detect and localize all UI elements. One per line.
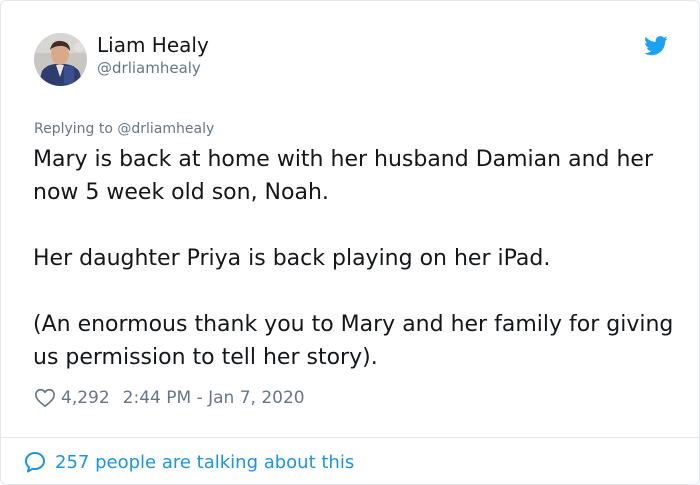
avatar-photo <box>34 33 87 86</box>
conversation-label[interactable]: 257 people are talking about this <box>55 452 354 473</box>
divider <box>1 437 699 438</box>
tweet-paragraph: (An enormous thank you to Mary and her f… <box>33 312 674 370</box>
tweet-text: Mary is back at home with her husband Da… <box>33 143 683 374</box>
tweet-paragraph: Her daughter Priya is back playing on he… <box>33 246 551 271</box>
conversation-link[interactable]: 257 people are talking about this <box>23 448 354 476</box>
author-name[interactable]: Liam Healy <box>97 33 209 57</box>
tweet-card: Liam Healy @drliamhealy Replying to @drl… <box>0 0 700 485</box>
timestamp[interactable]: 2:44 PM - Jan 7, 2020 <box>123 388 305 408</box>
tweet-paragraph: Mary is back at home with her husband Da… <box>33 147 653 205</box>
twitter-bird-icon[interactable] <box>644 36 668 56</box>
speech-bubble-icon <box>25 452 45 473</box>
avatar[interactable] <box>34 33 87 86</box>
like-count[interactable]: 4,292 <box>61 388 110 408</box>
replying-to[interactable]: Replying to @drliamhealy <box>34 121 214 137</box>
tweet-meta: 4,292 2:44 PM - Jan 7, 2020 <box>34 385 305 411</box>
heart-icon[interactable] <box>34 387 56 409</box>
author-handle[interactable]: @drliamhealy <box>97 59 201 77</box>
